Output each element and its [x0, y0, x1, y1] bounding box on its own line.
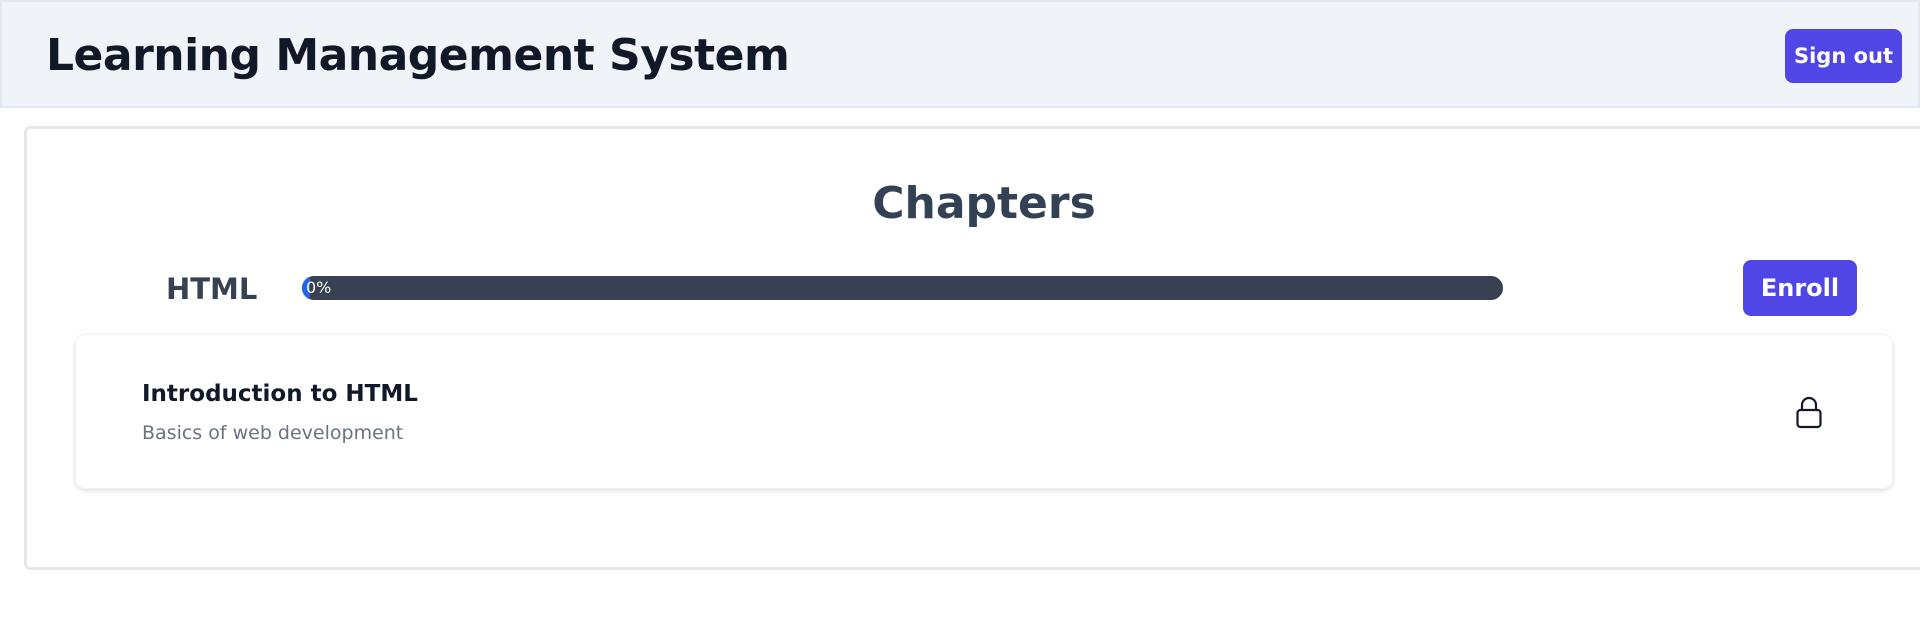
course-progress-bar: 0% [302, 276, 1503, 300]
sign-out-button[interactable]: Sign out [1785, 29, 1902, 83]
page-title: Chapters [872, 178, 1096, 229]
chapter-card[interactable]: Introduction to HTML Basics of web devel… [75, 334, 1893, 489]
progress-text: 0% [306, 278, 332, 297]
app-header: Learning Management System Sign out [0, 0, 1920, 108]
lock-icon [1794, 395, 1824, 429]
chapter-description: Basics of web development [142, 422, 404, 444]
course-name: HTML [166, 272, 258, 306]
enroll-button[interactable]: Enroll [1743, 260, 1857, 316]
chapter-title: Introduction to HTML [142, 381, 418, 407]
app-title: Learning Management System [46, 30, 790, 81]
